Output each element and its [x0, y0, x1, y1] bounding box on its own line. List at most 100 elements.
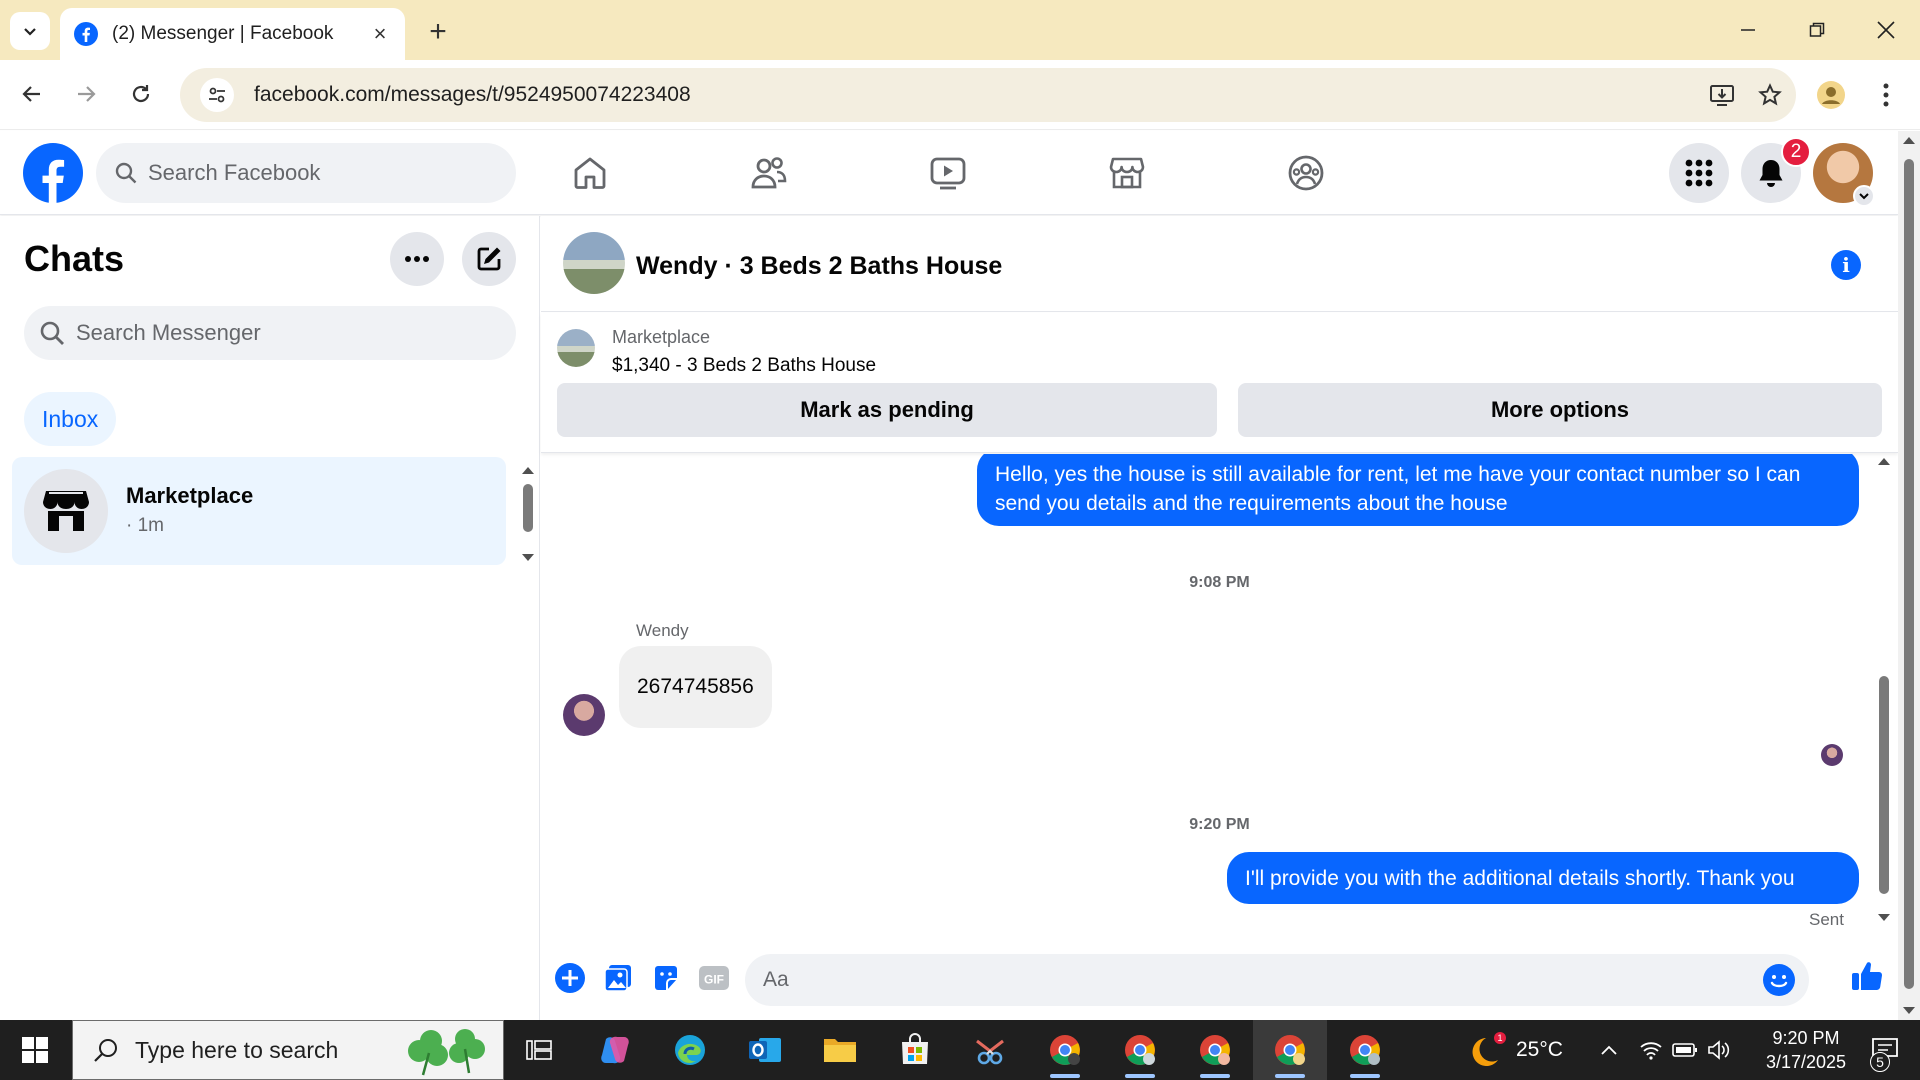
- message-input[interactable]: Aa: [745, 954, 1809, 1006]
- message-thread-scrollbar[interactable]: [1873, 454, 1895, 930]
- page-scrollbar[interactable]: [1898, 131, 1920, 1020]
- read-receipt-avatar: [1821, 744, 1843, 766]
- back-button[interactable]: [12, 74, 52, 114]
- search-icon: [115, 162, 137, 184]
- window-controls: [1713, 0, 1920, 60]
- chevron-down-icon: [1859, 193, 1869, 200]
- chrome-app-2[interactable]: [1103, 1020, 1177, 1080]
- mark-as-pending-button[interactable]: Mark as pending: [557, 383, 1217, 437]
- nav-home[interactable]: [555, 143, 625, 203]
- facebook-logo[interactable]: [23, 143, 83, 203]
- nav-groups[interactable]: [1271, 143, 1341, 203]
- search-icon: [40, 321, 64, 345]
- sticker-icon: [655, 966, 677, 990]
- emoji-button[interactable]: [1763, 964, 1795, 996]
- listing-thumbnail[interactable]: [557, 329, 595, 367]
- notification-center-button[interactable]: [1850, 1020, 1920, 1080]
- windows-taskbar: Type here to search 1 25°C 9:20 PM 3/17/…: [0, 1020, 1920, 1080]
- site-info-button[interactable]: [200, 78, 234, 112]
- restore-button[interactable]: [1782, 0, 1851, 60]
- chrome-app-3[interactable]: [1178, 1020, 1252, 1080]
- attach-photo-button[interactable]: [599, 959, 637, 997]
- copilot-app[interactable]: [578, 1020, 652, 1080]
- conversation-title[interactable]: Wendy · 3 Beds 2 Baths House: [636, 252, 1002, 281]
- volume-control[interactable]: [1702, 1020, 1736, 1080]
- chrome-app-5[interactable]: [1328, 1020, 1402, 1080]
- chats-options-button[interactable]: [390, 232, 444, 286]
- install-app-button[interactable]: [1700, 73, 1744, 117]
- browser-menu-button[interactable]: [1866, 75, 1906, 115]
- network-status[interactable]: [1634, 1020, 1668, 1080]
- chat-list-scrollbar[interactable]: [516, 462, 540, 566]
- nav-video[interactable]: [913, 143, 983, 203]
- close-tab-icon[interactable]: ×: [369, 21, 391, 46]
- message-status: Sent: [1809, 910, 1844, 929]
- messenger-search-input[interactable]: Search Messenger: [24, 306, 516, 360]
- weather-badge: 1: [1497, 1033, 1502, 1043]
- more-actions-button[interactable]: [551, 959, 589, 997]
- nav-marketplace[interactable]: [1092, 143, 1162, 203]
- chrome-icon: [1200, 1035, 1230, 1065]
- microsoft-store-app[interactable]: [878, 1020, 952, 1080]
- weather-widget[interactable]: 1 25°C: [1468, 1020, 1563, 1080]
- facebook-favicon-icon: [74, 22, 98, 46]
- like-button[interactable]: [1845, 954, 1889, 998]
- address-bar[interactable]: facebook.com/messages/t/9524950074223408: [180, 68, 1796, 122]
- photo-icon: [604, 965, 631, 992]
- arrow-left-icon: [22, 86, 40, 102]
- show-hidden-icons-button[interactable]: [1592, 1020, 1626, 1080]
- chrome-icon: [1125, 1035, 1155, 1065]
- chrome-app-1[interactable]: [1028, 1020, 1102, 1080]
- chrome-app-4[interactable]: [1253, 1020, 1327, 1080]
- tab-search-dropdown-button[interactable]: [10, 12, 50, 50]
- reload-button[interactable]: [121, 74, 161, 114]
- message-thread: Hello, yes the house is still available …: [541, 454, 1898, 930]
- account-chevron-button[interactable]: [1853, 185, 1875, 207]
- forward-button[interactable]: [66, 74, 106, 114]
- nav-friends[interactable]: [734, 143, 804, 203]
- url-text[interactable]: facebook.com/messages/t/9524950074223408: [254, 83, 1700, 107]
- listing-title[interactable]: $1,340 - 3 Beds 2 Baths House: [612, 355, 876, 377]
- outgoing-message-bubble[interactable]: I'll provide you with the additional det…: [1227, 852, 1859, 904]
- close-window-button[interactable]: [1851, 0, 1920, 60]
- menu-button[interactable]: [1669, 143, 1729, 203]
- minimize-icon: [1740, 29, 1755, 31]
- facebook-search-placeholder: Search Facebook: [148, 160, 321, 185]
- start-button[interactable]: [0, 1020, 70, 1080]
- facebook-search-input[interactable]: Search Facebook: [96, 143, 516, 203]
- new-message-button[interactable]: [462, 232, 516, 286]
- svg-text:GIF: GIF: [704, 973, 724, 987]
- compose-icon: [477, 247, 501, 271]
- more-options-button[interactable]: More options: [1238, 383, 1882, 437]
- thumbs-up-icon: [1852, 962, 1883, 991]
- groups-icon: [1288, 155, 1324, 191]
- message-timestamp: 9:20 PM: [1189, 816, 1250, 833]
- chat-item-time: · 1m: [126, 515, 164, 536]
- bookmark-button[interactable]: [1748, 73, 1792, 117]
- task-view-button[interactable]: [502, 1020, 576, 1080]
- battery-status[interactable]: [1668, 1020, 1702, 1080]
- chat-list-item[interactable]: Marketplace · 1m: [12, 457, 506, 565]
- facebook-header: Search Facebook 2: [0, 131, 1898, 215]
- incoming-message-bubble[interactable]: 2674745856: [619, 646, 772, 728]
- sender-avatar[interactable]: [563, 694, 605, 736]
- gif-button[interactable]: GIF: [695, 959, 733, 997]
- outlook-app[interactable]: [728, 1020, 802, 1080]
- minimize-button[interactable]: [1713, 0, 1782, 60]
- battery-icon: [1672, 1043, 1697, 1057]
- more-vertical-icon: [1883, 83, 1889, 107]
- snipping-tool-app[interactable]: [953, 1020, 1027, 1080]
- new-tab-button[interactable]: +: [420, 14, 456, 50]
- bell-icon: [1759, 160, 1783, 187]
- conversation-info-icon[interactable]: i: [1831, 250, 1861, 280]
- inbox-filter-chip[interactable]: Inbox: [24, 392, 117, 446]
- conversation-avatar[interactable]: [563, 232, 625, 294]
- taskbar-search-input[interactable]: Type here to search: [72, 1020, 504, 1080]
- outgoing-message-bubble[interactable]: Hello, yes the house is still available …: [977, 454, 1859, 526]
- edge-app[interactable]: [653, 1020, 727, 1080]
- profile-button[interactable]: [1811, 75, 1851, 115]
- browser-tab-active[interactable]: (2) Messenger | Facebook ×: [60, 8, 405, 60]
- file-explorer-app[interactable]: [803, 1020, 877, 1080]
- close-icon: [1876, 21, 1895, 39]
- sticker-button[interactable]: [647, 959, 685, 997]
